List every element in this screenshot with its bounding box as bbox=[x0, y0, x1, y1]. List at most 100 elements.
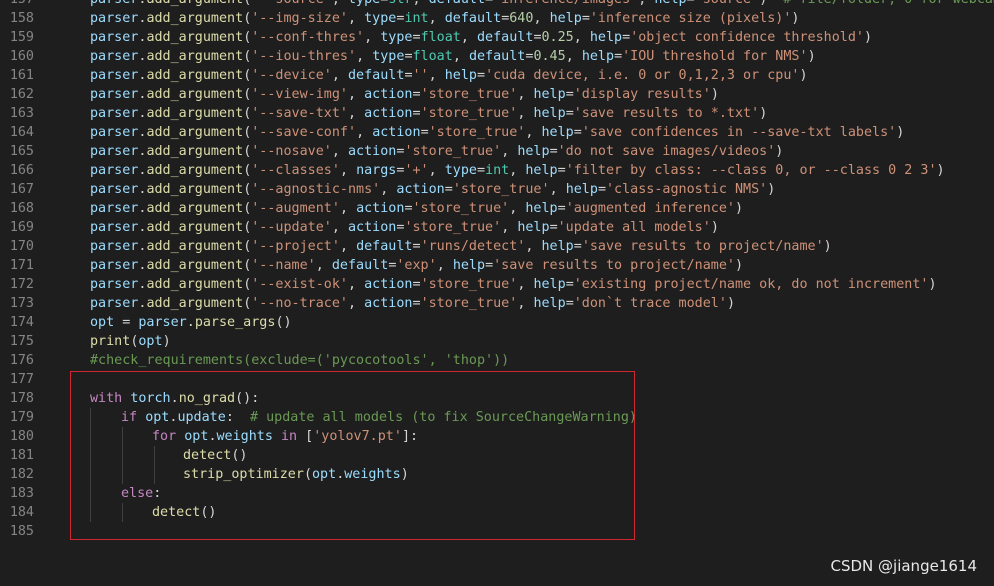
code-token: '--exist-ok' bbox=[251, 277, 348, 292]
code-token: default bbox=[429, 0, 485, 7]
code-token: type bbox=[364, 11, 397, 26]
code-token: '' bbox=[412, 68, 429, 83]
line-number: 160 bbox=[9, 49, 34, 64]
code-line[interactable]: 169 parser.add_argument('--update', actio… bbox=[0, 218, 994, 237]
code-token: = bbox=[573, 239, 582, 254]
code-token: = bbox=[549, 220, 558, 235]
code-token: = bbox=[477, 68, 486, 83]
code-token: action bbox=[364, 87, 413, 102]
code-line[interactable]: 167 parser.add_argument('--agnostic-nms',… bbox=[0, 180, 994, 199]
code-token: parser bbox=[90, 125, 139, 140]
code-token: add_argument bbox=[146, 163, 244, 178]
code-line[interactable]: 160 parser.add_argument('--iou-thres', ty… bbox=[0, 47, 994, 66]
code-token: '--update' bbox=[251, 220, 332, 235]
code-token: add_argument bbox=[146, 0, 243, 7]
code-token: ) bbox=[162, 334, 171, 349]
code-line[interactable]: 175 print(opt) bbox=[0, 332, 994, 351]
code-token: ) bbox=[759, 106, 768, 121]
code-line[interactable]: 157parser.add_argument('--source', type=… bbox=[0, 0, 994, 9]
code-token: action bbox=[356, 201, 405, 216]
code-token: float bbox=[412, 49, 453, 64]
code-token: , bbox=[332, 0, 348, 7]
code-token: help bbox=[533, 277, 566, 292]
code-text: parser.add_argument('--conf-thres', type… bbox=[90, 28, 872, 47]
code-token: 'source' bbox=[695, 0, 760, 7]
code-token: 'augmented inference' bbox=[565, 201, 735, 216]
code-text: parser.add_argument('--update', action='… bbox=[90, 218, 719, 237]
code-token: action bbox=[396, 182, 445, 197]
code-token: , bbox=[348, 106, 365, 121]
code-line[interactable]: 162 parser.add_argument('--view-img', act… bbox=[0, 85, 994, 104]
code-token: ) bbox=[807, 49, 816, 64]
code-token: '--project' bbox=[251, 239, 340, 254]
code-line[interactable]: 172 parser.add_argument('--exist-ok', act… bbox=[0, 275, 994, 294]
code-text: parser.add_argument('--no-trace', action… bbox=[90, 294, 735, 313]
code-token: help bbox=[517, 144, 550, 159]
code-token: action bbox=[348, 144, 397, 159]
code-text: parser.add_argument('--save-txt', action… bbox=[90, 104, 767, 123]
line-number: 179 bbox=[9, 410, 34, 425]
code-token: ) bbox=[710, 220, 719, 235]
code-token: help bbox=[533, 296, 566, 311]
code-token: , bbox=[356, 125, 373, 140]
code-token: , bbox=[348, 11, 365, 26]
code-token: , bbox=[331, 144, 348, 159]
code-line[interactable]: 164 parser.add_argument('--save-conf', ac… bbox=[0, 123, 994, 142]
code-token: , bbox=[509, 201, 526, 216]
code-token: '--device' bbox=[251, 68, 332, 83]
code-token: , bbox=[331, 220, 348, 235]
code-token: 'runs/detect' bbox=[420, 239, 526, 254]
code-token: = bbox=[565, 87, 574, 102]
code-line[interactable]: 161 parser.add_argument('--device', defau… bbox=[0, 66, 994, 85]
code-token: '+' bbox=[404, 163, 429, 178]
code-line[interactable]: 163 parser.add_argument('--save-txt', act… bbox=[0, 104, 994, 123]
code-token: . bbox=[186, 315, 195, 330]
line-number: 163 bbox=[9, 106, 34, 121]
code-token: '--img-size' bbox=[251, 11, 348, 26]
code-token: parser bbox=[90, 220, 139, 235]
code-text: parser.add_argument('--project', default… bbox=[90, 237, 832, 256]
code-token: = bbox=[622, 30, 631, 45]
code-token: , bbox=[517, 87, 534, 102]
code-line[interactable]: 168 parser.add_argument('--augment', acti… bbox=[0, 199, 994, 218]
code-token: parser bbox=[90, 296, 139, 311]
code-line[interactable]: 173 parser.add_argument('--no-trace', act… bbox=[0, 294, 994, 313]
line-number: 183 bbox=[9, 486, 34, 501]
code-token: help bbox=[541, 125, 574, 140]
line-number: 158 bbox=[9, 11, 34, 26]
code-token: help bbox=[525, 201, 558, 216]
code-token: 'IOU threshold for NMS' bbox=[622, 49, 808, 64]
code-token: 'filter by class: --class 0, or --class … bbox=[565, 163, 937, 178]
code-line[interactable]: 170 parser.add_argument('--project', defa… bbox=[0, 237, 994, 256]
line-number: 184 bbox=[9, 505, 34, 520]
code-token: 'store_true' bbox=[452, 182, 550, 197]
code-token: , bbox=[509, 163, 526, 178]
code-token: , bbox=[315, 258, 332, 273]
code-line[interactable]: 176 #check_requirements(exclude=('pycocot… bbox=[0, 351, 994, 370]
code-line[interactable]: 159 parser.add_argument('--conf-thres', t… bbox=[0, 28, 994, 47]
code-token: ) bbox=[896, 125, 905, 140]
code-token: 640 bbox=[509, 11, 534, 26]
code-line[interactable]: 166 parser.add_argument('--classes', narg… bbox=[0, 161, 994, 180]
code-token: help bbox=[452, 258, 486, 273]
code-token: ) bbox=[775, 144, 784, 159]
code-line[interactable]: 171 parser.add_argument('--name', default… bbox=[0, 256, 994, 275]
code-token: '--view-img' bbox=[251, 87, 348, 102]
code-token: add_argument bbox=[146, 277, 244, 292]
code-token: = bbox=[485, 258, 494, 273]
line-number: 166 bbox=[9, 163, 34, 178]
code-token: , bbox=[436, 258, 453, 273]
code-text: parser.add_argument('--device', default=… bbox=[90, 66, 808, 85]
code-token: '--nosave' bbox=[251, 144, 332, 159]
code-token: = bbox=[412, 296, 421, 311]
code-token: = bbox=[404, 49, 413, 64]
code-line[interactable]: 174 opt = parser.parse_args() bbox=[0, 313, 994, 332]
code-line[interactable]: 165 parser.add_argument('--nosave', actio… bbox=[0, 142, 994, 161]
code-token: parser bbox=[90, 11, 139, 26]
code-token: '--source' bbox=[251, 0, 332, 7]
code-token: = bbox=[557, 163, 566, 178]
code-line[interactable]: 158 parser.add_argument('--img-size', typ… bbox=[0, 9, 994, 28]
code-token: = bbox=[114, 315, 139, 330]
code-token: , bbox=[380, 182, 397, 197]
code-token: int bbox=[404, 11, 429, 26]
